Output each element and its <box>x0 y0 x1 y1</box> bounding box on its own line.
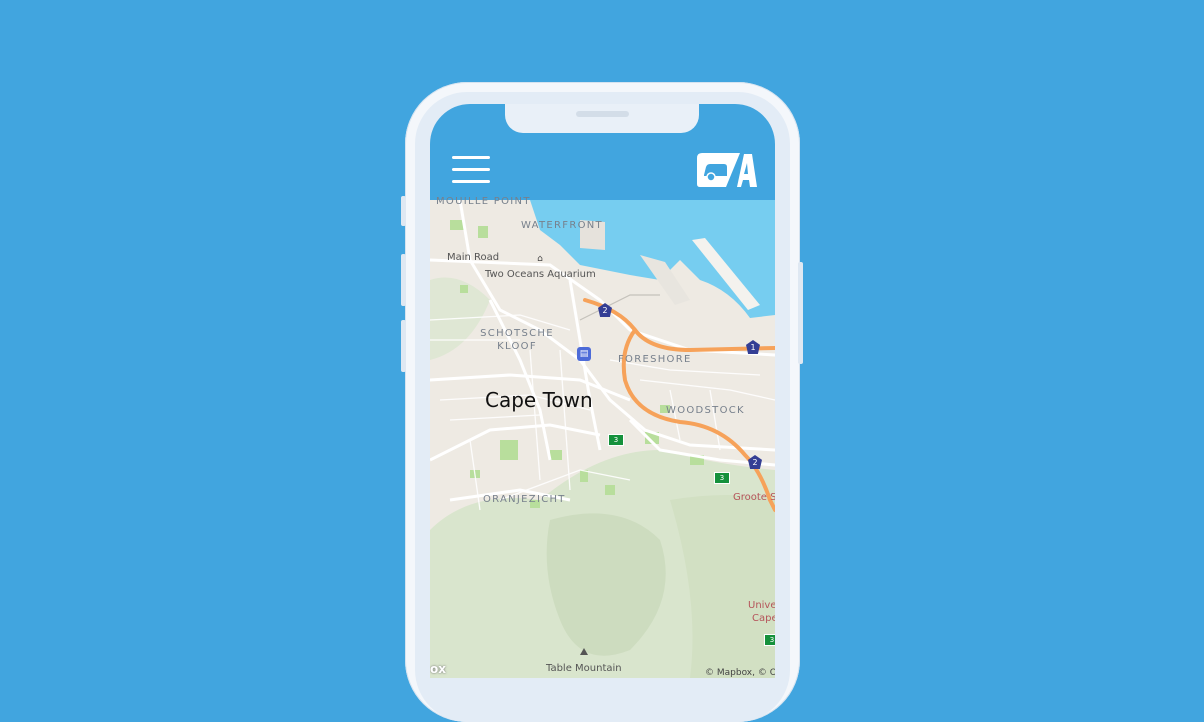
route-shield-m3[interactable]: 3 <box>764 634 775 646</box>
label-two-oceans-aquarium: Two Oceans Aquarium <box>485 269 596 280</box>
area-label-waterfront: WATERFRONT <box>521 220 603 231</box>
phone-side-button-volume-down <box>401 320 406 372</box>
map-attribution[interactable]: © Mapbox, © O <box>705 668 775 678</box>
phone-side-button-power <box>798 262 803 364</box>
label-groote-schuur: Groote S <box>733 492 775 503</box>
area-label-woodstock: WOODSTOCK <box>666 405 745 416</box>
label-main-road: Main Road <box>447 252 500 263</box>
menu-button[interactable] <box>452 156 490 184</box>
map-canvas[interactable] <box>430 199 775 678</box>
phone-side-button-mute <box>401 196 406 226</box>
phone-side-button-volume-up <box>401 254 406 306</box>
label-university: Unive <box>748 600 775 611</box>
car-a-logo-icon[interactable] <box>696 149 758 189</box>
area-label-mouille-point: MOUILLE POINT <box>436 196 531 207</box>
phone-speaker <box>576 111 629 117</box>
mapbox-logo[interactable]: ox <box>430 662 446 676</box>
area-label-schotsche-kloof: SCHOTSCHE KLOOF <box>480 328 554 352</box>
phone-notch <box>505 104 699 133</box>
label-table-mountain: Table Mountain <box>546 663 622 674</box>
route-shield-m3[interactable]: 3 <box>608 434 624 446</box>
phone-screen: 2 1 2 3 3 3 ▤ ⌂ MOUILLE POINT WATERFRONT… <box>430 104 775 678</box>
route-shield-m3[interactable]: 3 <box>714 472 730 484</box>
museum-icon[interactable]: ⌂ <box>535 254 545 264</box>
map-view[interactable]: 2 1 2 3 3 3 ▤ ⌂ MOUILLE POINT WATERFRONT… <box>430 196 775 678</box>
hamburger-menu-icon <box>452 156 490 159</box>
hamburger-menu-icon-line <box>452 180 490 183</box>
city-label-cape-town: Cape Town <box>485 388 593 412</box>
label-university-line2: Cape <box>752 613 775 624</box>
hamburger-menu-icon-line <box>452 168 490 171</box>
area-label-oranjezicht: ORANJEZICHT <box>483 494 566 505</box>
train-station-icon[interactable]: ▤ <box>577 347 591 361</box>
area-label-foreshore: FORESHORE <box>618 354 692 365</box>
